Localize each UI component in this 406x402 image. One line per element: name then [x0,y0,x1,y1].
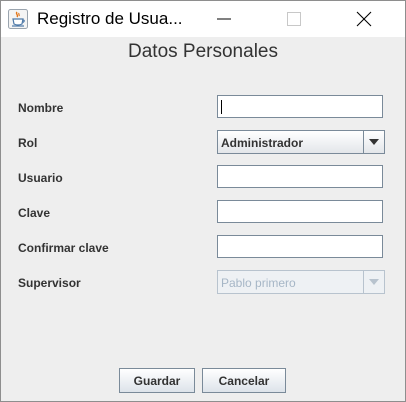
maximize-icon [287,12,301,26]
rol-select[interactable]: Administrador [217,130,385,154]
supervisor-select: Pablo primero [217,270,385,294]
supervisor-selected-value: Pablo primero [221,276,296,290]
nombre-label: Nombre [18,101,64,115]
chevron-down-icon[interactable] [363,131,384,153]
title-bar[interactable]: Registro de Usua... [1,1,405,37]
close-icon [356,11,372,27]
clave-label: Clave [18,206,51,220]
rol-selected-value: Administrador [221,136,304,150]
usuario-label: Usuario [18,171,63,185]
java-cup-icon [8,9,28,29]
chevron-down-icon [363,271,384,293]
maximize-button[interactable] [271,1,317,37]
supervisor-label: Supervisor [18,276,81,290]
window-title: Registro de Usua... [37,9,183,28]
guardar-button[interactable]: Guardar [119,368,195,393]
close-button[interactable] [341,1,387,37]
usuario-field[interactable] [217,165,383,188]
dialog-window: Registro de Usua... Datos Personales Nom… [0,0,406,402]
nombre-field[interactable] [217,95,383,118]
confirmar-clave-label: Confirmar clave [18,241,109,255]
minimize-button[interactable] [201,1,247,37]
minimize-icon [217,18,231,20]
rol-label: Rol [18,136,38,150]
cancelar-button[interactable]: Cancelar [202,368,286,393]
confirmar-clave-field[interactable] [217,235,383,258]
form-heading: Datos Personales [128,41,278,62]
clave-field[interactable] [217,200,383,223]
